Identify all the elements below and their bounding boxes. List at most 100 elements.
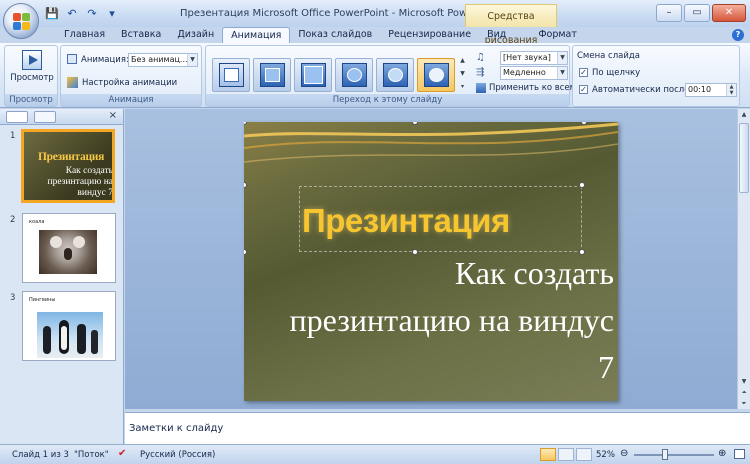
undo-icon[interactable]: ↶ [64,6,80,21]
speed-dropdown-value: Медленно [503,68,546,77]
thumb-title: Презинтация [38,151,105,163]
koala-image [39,230,97,274]
office-button[interactable] [3,3,39,39]
zoom-level[interactable]: 52% [596,450,615,460]
slides-tab[interactable] [6,111,28,123]
transition-wedge[interactable] [417,58,455,92]
status-bar: Слайд 1 из 3 "Поток" ✔ Русский (Россия) … [0,444,750,464]
scroll-thumb[interactable] [739,123,749,193]
resize-handle[interactable] [244,249,247,255]
transition-none[interactable] [212,58,250,92]
apply-all-icon [476,83,486,93]
quick-access-toolbar: 💾 ↶ ↷ ▾ [44,6,120,21]
ribbon: Просмотр Просмотр Анимация: Без анимац..… [0,43,750,108]
custom-animation-icon [67,77,78,88]
tab-view[interactable]: Вид [479,27,514,43]
close-button[interactable]: ✕ [712,4,746,22]
prev-slide-icon[interactable]: ⏶ [738,389,750,397]
checkmark-icon: ✓ [579,68,588,77]
animation-dropdown-value: Без анимац... [131,55,188,64]
language[interactable]: Русский (Россия) [140,450,215,460]
pane-tabs: × [0,109,123,125]
sound-dropdown[interactable]: [Нет звука] ▼ [500,51,568,65]
slide-number: 3 [10,293,16,303]
resize-handle[interactable] [244,182,247,188]
customize-toolbar-icon[interactable]: ▾ [104,6,120,21]
sound-dropdown-value: [Нет звука] [503,53,551,62]
preview-button[interactable]: Просмотр [9,48,55,92]
tab-design[interactable]: Дизайн [169,27,222,43]
outline-tab[interactable] [34,111,56,123]
preview-button-label: Просмотр [10,73,54,83]
animation-group: Анимация: Без анимац... ▼ Настройка аним… [60,45,202,107]
auto-advance-checkbox[interactable]: ✓ Автоматически после: [579,85,692,95]
scroll-up-icon[interactable]: ▲ [738,109,750,121]
office-logo-icon [13,13,31,31]
speed-dropdown[interactable]: Медленно ▼ [500,66,568,80]
slide-thumbnail-2[interactable]: коала [22,213,116,283]
sorter-view-button[interactable] [558,448,574,461]
slide-title[interactable]: Презинтация [302,202,510,240]
minimize-button[interactable]: – [656,4,682,22]
slide-subtitle[interactable]: Как создать презинтацию на виндус 7 [284,250,614,391]
transition-wheel[interactable] [376,58,414,92]
spinner-icon[interactable]: ▲ ▼ [726,84,736,96]
save-icon[interactable]: 💾 [44,6,60,21]
tab-insert[interactable]: Вставка [113,27,169,43]
zoom-out-icon[interactable]: ⊖ [620,448,628,459]
thumb-subtitle: Как создать презинтацию на виндус 7 [47,166,113,198]
transition-gallery-scroll[interactable]: ▲ ▼ ▾ [458,54,467,94]
theme-name: "Поток" [74,450,109,460]
tab-home[interactable]: Главная [56,27,113,43]
ribbon-tabs: Главная Вставка Дизайн Анимация Показ сл… [56,27,585,43]
fit-window-icon[interactable] [734,449,745,459]
vertical-scrollbar[interactable]: ▲ ▼ ⏶ ⏷ [737,109,750,409]
slide-thumbnail-3[interactable]: Пингвины [22,291,116,361]
slide-thumbnail-1[interactable]: Презинтация Как создать презинтацию на в… [21,129,115,203]
notes-placeholder: Заметки к слайду [129,423,224,434]
penguins-image [37,312,103,358]
on-click-checkbox[interactable]: ✓ По щелчку [579,68,640,78]
speed-icon: ⇶ [476,67,485,78]
slide-decoration [244,122,618,163]
slide-number: 2 [10,215,16,225]
slideshow-view-button[interactable] [576,448,592,461]
thumb-title: коала [29,219,45,225]
resize-handle[interactable] [579,249,585,255]
window-controls: – ▭ ✕ [656,4,746,22]
scroll-down-icon[interactable]: ▼ [738,378,750,385]
maximize-button[interactable]: ▭ [684,4,710,22]
resize-handle[interactable] [412,249,418,255]
resize-handle[interactable] [579,182,585,188]
sound-icon: ♫ [476,52,485,63]
normal-view-button[interactable] [540,448,556,461]
chevron-down-icon: ▼ [187,54,197,66]
tab-slideshow[interactable]: Показ слайдов [290,27,380,43]
zoom-slider[interactable] [634,454,714,456]
window-title: Презентация Microsoft Office PowerPoint … [180,8,503,19]
apply-all-label: Применить ко всем [489,83,577,93]
transition-box-in[interactable] [253,58,291,92]
zoom-thumb[interactable] [662,449,668,460]
notes-pane[interactable]: Заметки к слайду [125,412,750,444]
help-icon[interactable]: ? [732,29,744,41]
auto-advance-time-input[interactable]: 00:10 ▲ ▼ [685,83,737,97]
slide-counter: Слайд 1 из 3 [12,450,69,460]
animation-label: Анимация: [81,55,129,65]
slide-number: 1 [10,131,16,141]
zoom-in-icon[interactable]: ⊕ [718,448,726,459]
animation-dropdown[interactable]: Без анимац... ▼ [128,53,198,67]
transition-box-out[interactable] [294,58,332,92]
tab-review[interactable]: Рецензирование [380,27,479,43]
advance-slide-title: Смена слайда [577,51,640,61]
spellcheck-icon[interactable]: ✔ [118,448,126,459]
tab-format[interactable]: Формат [530,27,585,43]
close-pane-icon[interactable]: × [109,110,117,121]
custom-animation-label: Настройка анимации [82,78,178,88]
main-slide[interactable]: Презинтация Как создать презинтацию на в… [244,122,618,401]
custom-animation-button[interactable]: Настройка анимации [65,76,195,90]
tab-animation[interactable]: Анимация [222,27,291,43]
redo-icon[interactable]: ↷ [84,6,100,21]
transition-circle[interactable] [335,58,373,92]
next-slide-icon[interactable]: ⏷ [738,400,750,408]
